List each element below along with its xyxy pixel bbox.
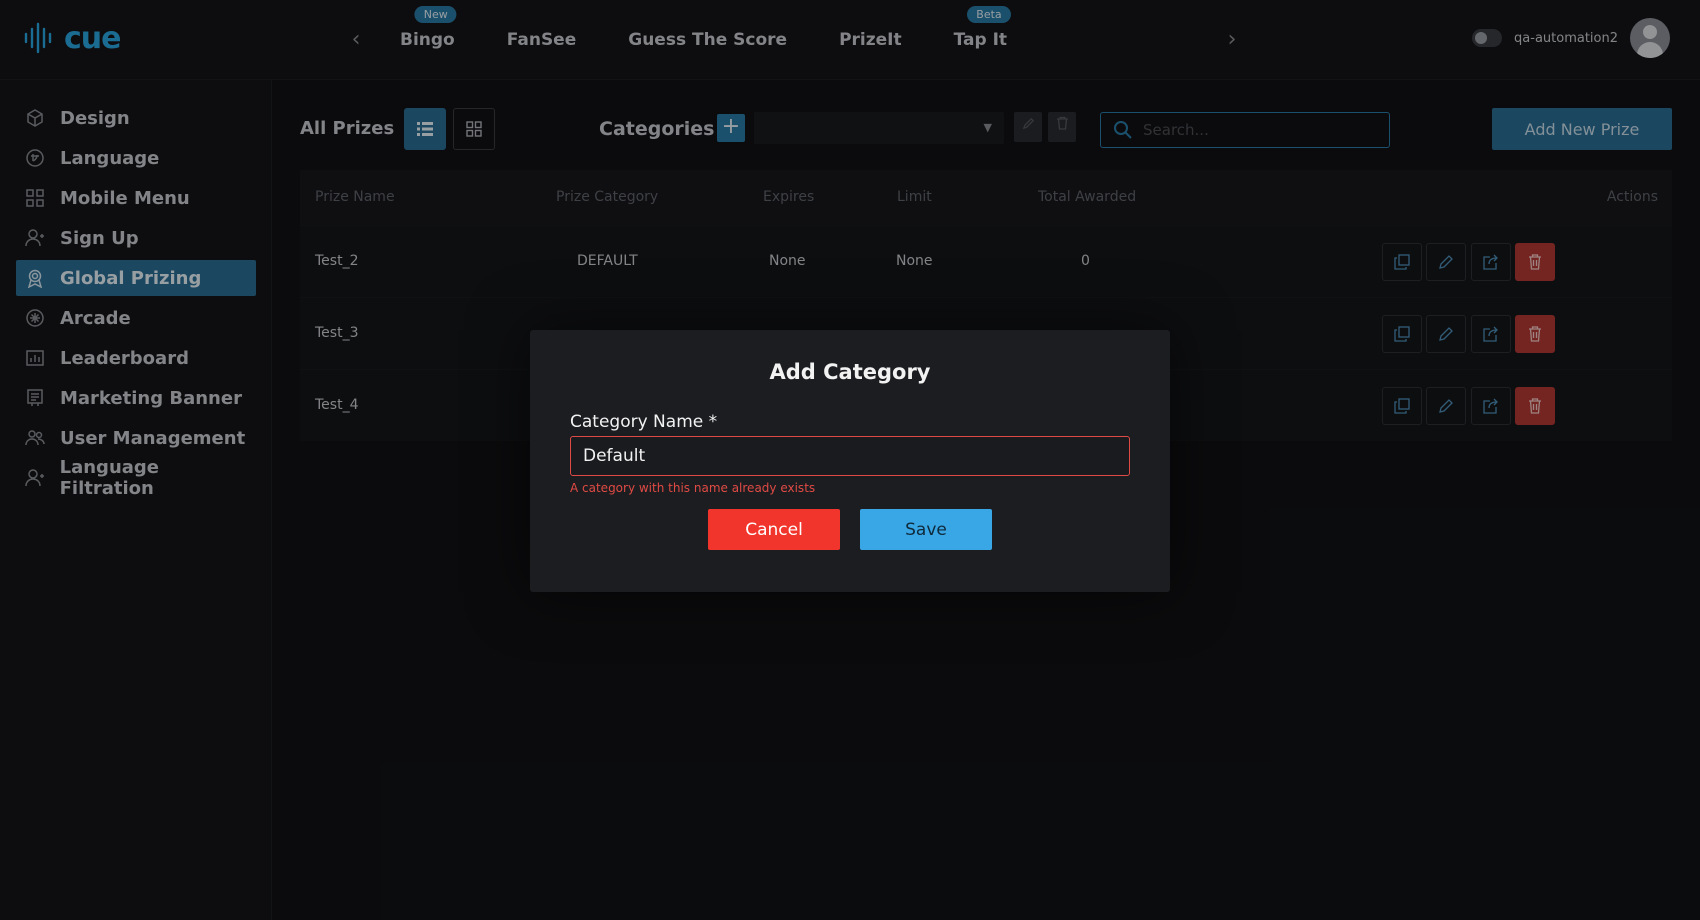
category-name-label: Category Name * bbox=[570, 412, 718, 432]
category-name-input[interactable] bbox=[570, 436, 1130, 476]
save-button[interactable]: Save bbox=[860, 509, 992, 550]
cancel-button[interactable]: Cancel bbox=[708, 509, 840, 550]
error-message: A category with this name already exists bbox=[570, 481, 816, 495]
add-category-modal: Add Category Category Name * A category … bbox=[530, 330, 1170, 592]
modal-title: Add Category bbox=[769, 360, 931, 384]
